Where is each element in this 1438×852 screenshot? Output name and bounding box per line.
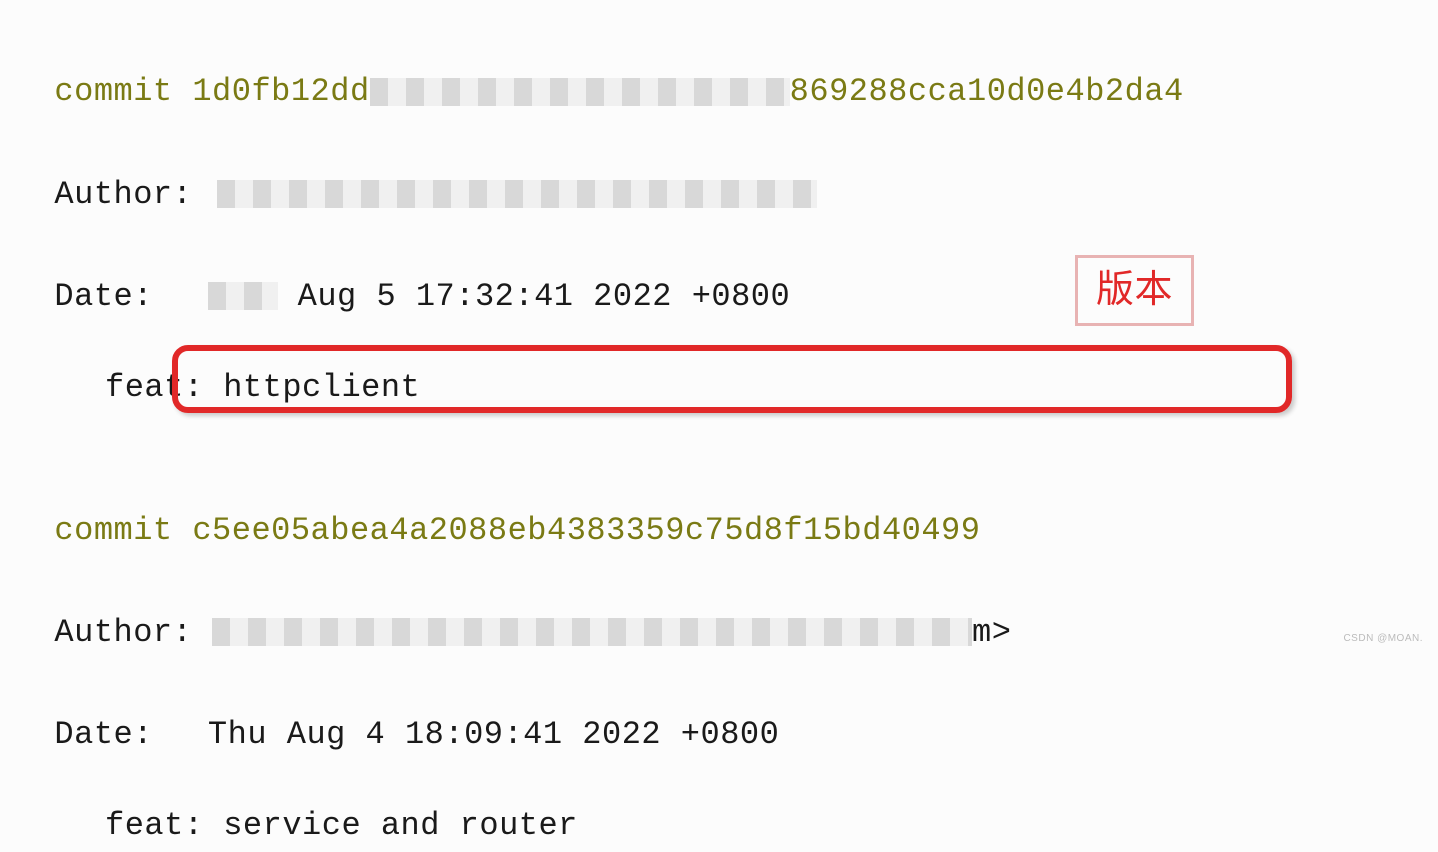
date-line-2: Date: Thu Aug 4 18:09:41 2022 +0800: [15, 658, 1423, 760]
commit-line-1: commit 1d0fb12dd 869288cca10d0e4b2da4: [15, 15, 1423, 117]
annotation-label: 版本: [1075, 255, 1194, 326]
author-label-1: Author:: [54, 176, 212, 213]
author-label-2: Author:: [54, 614, 212, 651]
commit-label-2: commit: [54, 512, 192, 549]
commit-message-2: feat: service and router: [15, 800, 1423, 851]
highlight-box-icon: [172, 345, 1292, 413]
redacted-author-icon: [212, 618, 972, 646]
commit-label-1: commit: [54, 73, 192, 110]
commit-hash-1a: 1d0fb12dd: [192, 73, 369, 110]
commit-line-2: commit c5ee05abea4a2088eb4383359c75d8f15…: [15, 453, 1423, 555]
redacted-hash-icon: [370, 78, 790, 106]
redacted-date-icon: [208, 282, 278, 310]
date-value-2: Thu Aug 4 18:09:41 2022 +0800: [208, 716, 779, 753]
author-suffix-2: m>: [972, 614, 1011, 651]
redacted-author-icon: [217, 180, 817, 208]
date-line-1: Date: Aug 5 17:32:41 2022 +0800: [15, 220, 1423, 322]
author-line-1: Author:: [15, 117, 1423, 219]
author-line-2: Author: m>: [15, 556, 1423, 658]
date-value-1: Aug 5 17:32:41 2022 +0800: [278, 278, 790, 315]
watermark: CSDN @MOAN.: [1343, 631, 1423, 647]
date-label-1: Date:: [54, 278, 153, 315]
commit-hash-1b: 869288cca10d0e4b2da4: [790, 73, 1184, 110]
commit-hash-2: c5ee05abea4a2088eb4383359c75d8f15bd40499: [192, 512, 980, 549]
date-label-2: Date:: [54, 716, 153, 753]
